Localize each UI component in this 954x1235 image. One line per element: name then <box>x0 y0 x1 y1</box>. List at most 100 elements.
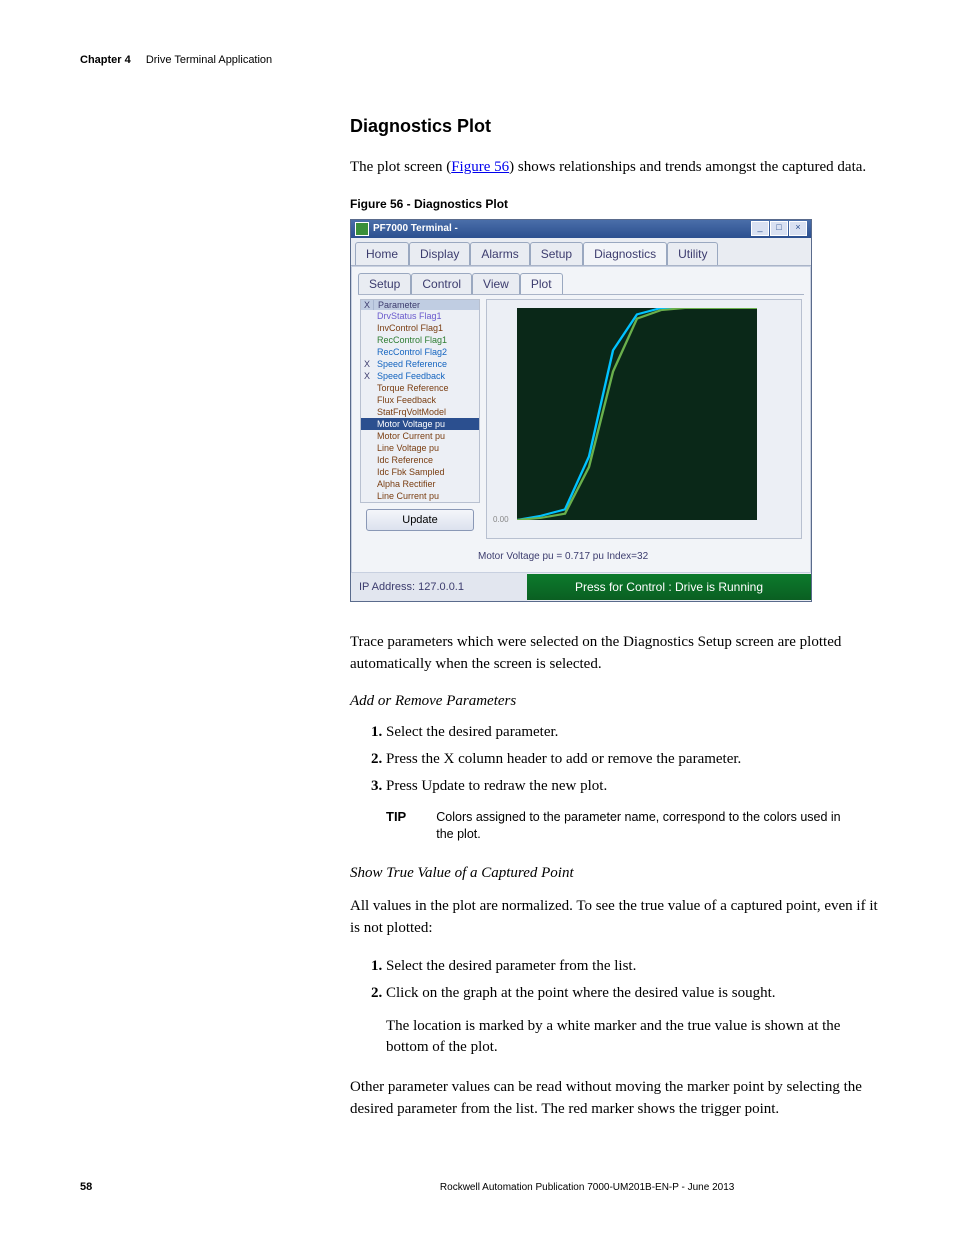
parameter-x-cell[interactable] <box>361 322 373 334</box>
tab-display[interactable]: Display <box>409 242 470 265</box>
tip-block: TIP Colors assigned to the parameter nam… <box>386 809 882 843</box>
parameter-name-cell[interactable]: Motor Current pu <box>373 430 479 442</box>
main-tab-bar: Home Display Alarms Setup Diagnostics Ut… <box>351 238 811 266</box>
parameter-name-cell[interactable]: StatFrqVoltModel <box>373 406 479 418</box>
parameter-header[interactable]: X Parameter <box>361 300 479 310</box>
trace-speed-feedback <box>517 308 757 520</box>
chapter-number: Chapter 4 <box>80 54 131 66</box>
parameter-x-cell[interactable] <box>361 406 373 418</box>
subsection-true-value: Show True Value of a Captured Point <box>350 865 882 882</box>
parameter-name-cell[interactable]: Line Voltage pu <box>373 442 479 454</box>
parameter-row[interactable]: Flux Feedback <box>361 394 479 406</box>
parameter-x-cell[interactable] <box>361 418 373 430</box>
list-item: Select the desired parameter from the li… <box>386 958 882 975</box>
parameter-list[interactable]: X Parameter DrvStatus Flag1InvControl Fl… <box>360 299 480 503</box>
parameter-name-cell[interactable]: Line Current pu <box>373 490 479 502</box>
chapter-title: Drive Terminal Application <box>146 54 272 66</box>
follow-text: The location is marked by a white marker… <box>386 1016 882 1060</box>
parameter-name-cell[interactable]: DrvStatus Flag1 <box>373 310 479 322</box>
parameter-row[interactable]: Motor Current pu <box>361 430 479 442</box>
figure-link[interactable]: Figure 56 <box>451 159 509 175</box>
tip-text: Colors assigned to the parameter name, c… <box>436 809 856 843</box>
parameter-name-cell[interactable]: Idc Fbk Sampled <box>373 466 479 478</box>
parameter-x-cell[interactable] <box>361 478 373 490</box>
parameter-row[interactable]: Alpha Rectifier <box>361 478 479 490</box>
parameter-row[interactable]: Line Voltage pu <box>361 442 479 454</box>
parameter-name-cell[interactable]: Speed Feedback <box>373 370 479 382</box>
parameter-row[interactable]: XSpeed Feedback <box>361 370 479 382</box>
parameter-name-cell[interactable]: RecControl Flag1 <box>373 334 479 346</box>
parameter-row[interactable]: DrvStatus Flag1 <box>361 310 479 322</box>
publication-info: Rockwell Automation Publication 7000-UM2… <box>440 1182 734 1193</box>
list-item: Click on the graph at the point where th… <box>386 985 882 1002</box>
intro-pre: The plot screen ( <box>350 159 451 175</box>
intro-paragraph: The plot screen (Figure 56) shows relati… <box>350 157 882 179</box>
update-button[interactable]: Update <box>366 509 474 531</box>
parameter-x-cell[interactable] <box>361 382 373 394</box>
parameter-row[interactable]: RecControl Flag2 <box>361 346 479 358</box>
parameter-x-cell[interactable]: X <box>361 358 373 370</box>
steps-true-value: Select the desired parameter from the li… <box>350 958 882 1002</box>
parameter-name-cell[interactable]: RecControl Flag2 <box>373 346 479 358</box>
list-item: Select the desired parameter. <box>386 724 882 741</box>
parameter-row[interactable]: Motor Voltage pu <box>361 418 479 430</box>
tab-setup[interactable]: Setup <box>530 242 583 265</box>
window-title: PF7000 Terminal - <box>373 223 458 234</box>
y-axis-min-label: 0.00 <box>493 515 509 524</box>
trace-speed-reference <box>517 308 757 520</box>
app-window: PF7000 Terminal - _□× Home Display Alarm… <box>350 219 812 602</box>
parameter-x-cell[interactable] <box>361 394 373 406</box>
parameter-x-cell[interactable] <box>361 346 373 358</box>
window-buttons: _□× <box>750 221 807 236</box>
parameter-x-cell[interactable] <box>361 466 373 478</box>
parameter-row[interactable]: StatFrqVoltModel <box>361 406 479 418</box>
plot-panel[interactable]: 0.00 <box>486 299 802 539</box>
window-titlebar: PF7000 Terminal - _□× <box>351 220 811 238</box>
tab-home[interactable]: Home <box>355 242 409 265</box>
body-paragraph-3: All values in the plot are normalized. T… <box>350 896 882 940</box>
parameter-name-cell[interactable]: Speed Reference <box>373 358 479 370</box>
parameter-x-cell[interactable] <box>361 334 373 346</box>
column-x-header[interactable]: X <box>361 300 374 310</box>
close-icon[interactable]: × <box>789 221 807 236</box>
parameter-x-cell[interactable] <box>361 442 373 454</box>
body-paragraph-4: Other parameter values can be read witho… <box>350 1077 882 1121</box>
parameter-name-cell[interactable]: Motor Voltage pu <box>373 418 479 430</box>
plot-readout: Motor Voltage pu = 0.717 pu Index=32 <box>358 543 804 572</box>
page-number: 58 <box>80 1181 92 1193</box>
body-paragraph-2: Trace parameters which were selected on … <box>350 632 882 676</box>
list-item: Press the X column header to add or remo… <box>386 751 882 768</box>
parameter-x-cell[interactable]: X <box>361 370 373 382</box>
subtab-setup[interactable]: Setup <box>358 273 411 294</box>
minimize-icon[interactable]: _ <box>751 221 769 236</box>
parameter-name-cell[interactable]: Torque Reference <box>373 382 479 394</box>
subtab-control[interactable]: Control <box>411 273 472 294</box>
parameter-row[interactable]: Idc Fbk Sampled <box>361 466 479 478</box>
list-item: Press Update to redraw the new plot. <box>386 778 882 795</box>
parameter-row[interactable]: Idc Reference <box>361 454 479 466</box>
status-bar[interactable]: Press for Control : Drive is Running <box>527 574 811 600</box>
parameter-x-cell[interactable] <box>361 310 373 322</box>
plot-area[interactable] <box>517 308 757 520</box>
parameter-x-cell[interactable] <box>361 454 373 466</box>
maximize-icon[interactable]: □ <box>770 221 788 236</box>
column-parameter-header: Parameter <box>374 300 479 310</box>
parameter-row[interactable]: RecControl Flag1 <box>361 334 479 346</box>
tip-label: TIP <box>386 809 406 843</box>
parameter-row[interactable]: Torque Reference <box>361 382 479 394</box>
parameter-name-cell[interactable]: Flux Feedback <box>373 394 479 406</box>
sub-tab-bar: Setup Control View Plot <box>358 273 804 295</box>
tab-diagnostics[interactable]: Diagnostics <box>583 242 667 265</box>
subtab-plot[interactable]: Plot <box>520 273 563 294</box>
tab-utility[interactable]: Utility <box>667 242 718 265</box>
subtab-view[interactable]: View <box>472 273 520 294</box>
parameter-x-cell[interactable] <box>361 490 373 502</box>
parameter-row[interactable]: InvControl Flag1 <box>361 322 479 334</box>
parameter-x-cell[interactable] <box>361 430 373 442</box>
parameter-name-cell[interactable]: Idc Reference <box>373 454 479 466</box>
parameter-name-cell[interactable]: InvControl Flag1 <box>373 322 479 334</box>
parameter-name-cell[interactable]: Alpha Rectifier <box>373 478 479 490</box>
parameter-row[interactable]: Line Current pu <box>361 490 479 502</box>
parameter-row[interactable]: XSpeed Reference <box>361 358 479 370</box>
tab-alarms[interactable]: Alarms <box>470 242 529 265</box>
